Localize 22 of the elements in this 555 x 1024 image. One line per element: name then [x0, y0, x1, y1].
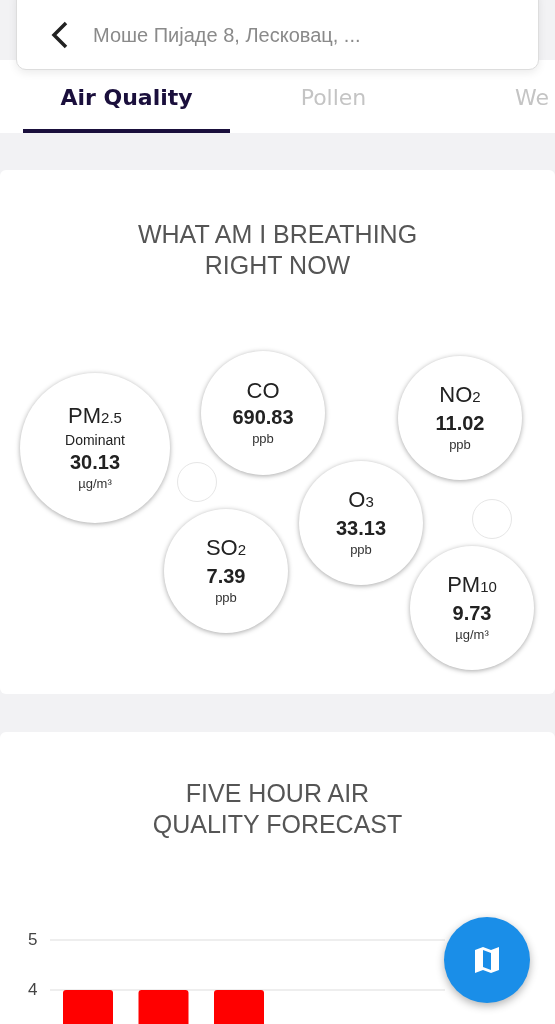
pollutant-value: 7.39 — [206, 564, 246, 589]
pollutant-unit: µg/m³ — [455, 626, 489, 644]
pollutant-unit: ppb — [215, 589, 237, 607]
pollutant-unit: ppb — [252, 430, 274, 448]
y-axis-label: 5 — [28, 930, 38, 950]
map-icon — [474, 945, 500, 975]
pollutant-value: 9.73 — [452, 601, 492, 626]
tab[interactable]: Air Quality — [23, 79, 230, 133]
pollutant-unit: µg/m³ — [78, 475, 112, 493]
search-value: Моше Пијаде 8, Лесковац, ... — [93, 23, 361, 47]
pollutant-value: 11.02 — [435, 411, 485, 436]
pollutant-unit: ppb — [449, 436, 471, 454]
pollutant-value: 33.13 — [335, 516, 387, 541]
pollutant-value: 30.13 — [69, 450, 121, 475]
pollutant-bubble[interactable]: CO 690.83 ppb — [201, 351, 325, 475]
section-title: FIVE HOUR AIR QUALITY FORECAST — [151, 778, 404, 840]
dominant-label: Dominant — [65, 431, 125, 449]
pollutant-value: 690.83 — [232, 405, 294, 430]
y-axis-label: 4 — [28, 980, 38, 1000]
pollutant-name: CO — [246, 378, 280, 404]
pollutant-unit: ppb — [350, 541, 372, 559]
section-title: WHAT AM I BREATHING RIGHT NOW — [136, 219, 419, 281]
